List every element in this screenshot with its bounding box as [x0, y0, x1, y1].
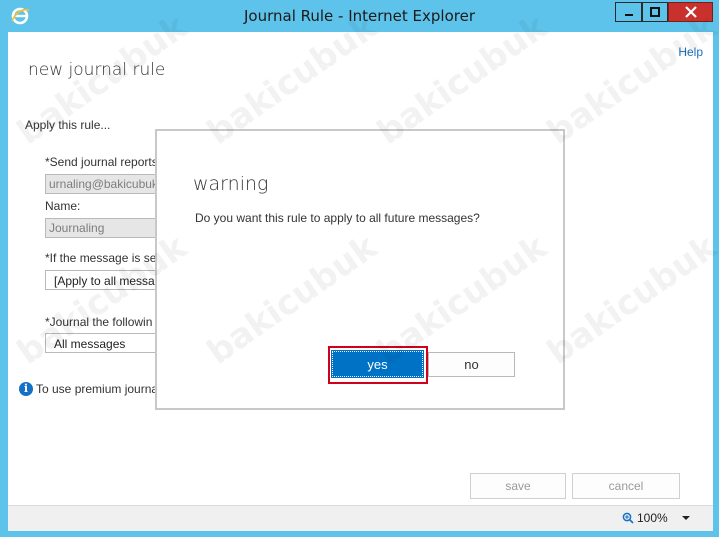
- dialog-title: warning: [193, 173, 269, 195]
- page-title: new journal rule: [28, 60, 166, 80]
- maximize-icon: [650, 7, 660, 17]
- zoom-control[interactable]: 100%: [622, 511, 695, 525]
- journal-scope-label: *Journal the followin: [45, 315, 153, 329]
- condition-label: *If the message is se: [45, 251, 157, 265]
- journal-scope-select[interactable]: All messages: [45, 333, 157, 353]
- send-reports-field[interactable]: urnaling@bakicubuk: [45, 174, 157, 194]
- status-bar: 100%: [8, 505, 713, 531]
- maximize-button[interactable]: [642, 2, 668, 22]
- chevron-down-icon[interactable]: [677, 514, 695, 522]
- dialog-message: Do you want this rule to apply to all fu…: [195, 211, 480, 225]
- title-bar: Journal Rule - Internet Explorer: [0, 0, 719, 32]
- name-field[interactable]: Journaling: [45, 218, 157, 238]
- warning-dialog: warning Do you want this rule to apply t…: [155, 129, 565, 410]
- close-button[interactable]: [668, 2, 713, 22]
- minimize-icon: [624, 14, 633, 16]
- apply-rule-label: Apply this rule...: [25, 118, 111, 132]
- zoom-level: 100%: [637, 511, 668, 525]
- help-link[interactable]: Help: [678, 45, 703, 59]
- premium-info-text: To use premium journa: [36, 382, 159, 396]
- name-label: Name:: [45, 199, 81, 213]
- info-icon: i: [19, 382, 33, 396]
- minimize-button[interactable]: [615, 2, 642, 22]
- yes-button[interactable]: yes: [331, 350, 424, 378]
- close-icon: [684, 6, 697, 18]
- no-button[interactable]: no: [428, 352, 515, 377]
- window-title: Journal Rule - Internet Explorer: [243, 7, 476, 25]
- zoom-icon: [622, 512, 634, 524]
- cancel-button[interactable]: cancel: [572, 473, 680, 499]
- save-button[interactable]: save: [470, 473, 566, 499]
- browser-window: Journal Rule - Internet Explorer Help ne…: [0, 0, 719, 537]
- condition-select[interactable]: [Apply to all messa: [45, 270, 157, 290]
